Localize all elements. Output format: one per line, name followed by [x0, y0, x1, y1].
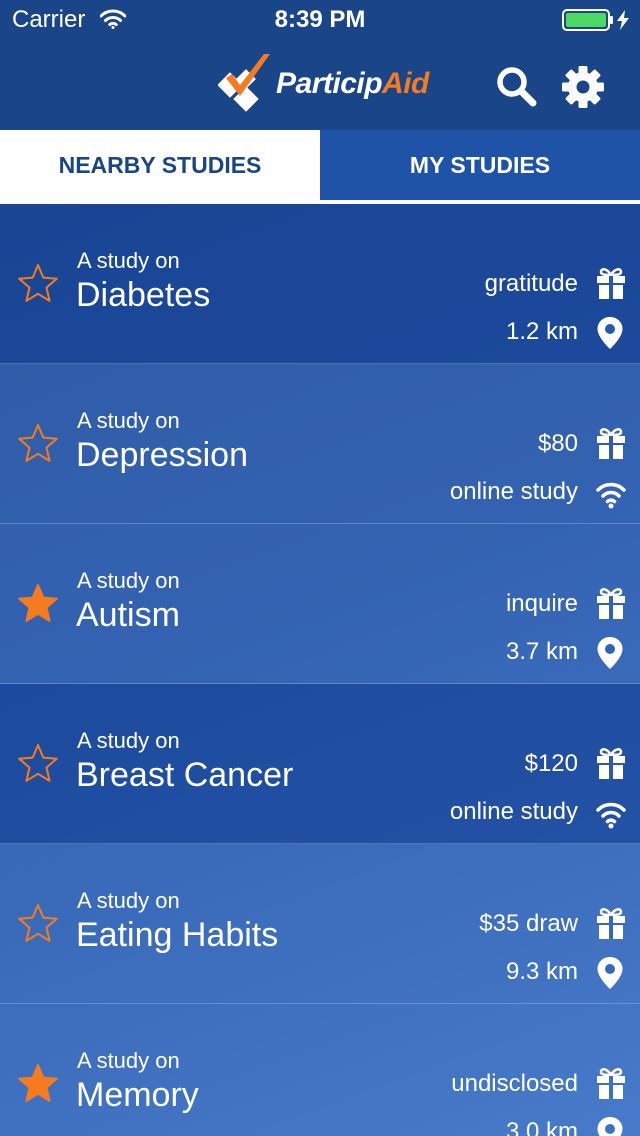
study-location: online study — [449, 478, 578, 505]
favorite-star-button[interactable] — [16, 1062, 60, 1106]
study-title: Depression — [76, 436, 248, 474]
gift-icon — [596, 906, 626, 944]
study-row[interactable]: A study on Eating Habits $35 draw 9.3 km — [0, 844, 640, 1004]
favorite-star-button[interactable] — [16, 582, 60, 626]
study-title: Memory — [76, 1076, 199, 1114]
star-filled-icon — [18, 584, 58, 622]
star-outline-icon — [18, 744, 58, 782]
wifi-icon — [596, 476, 626, 514]
charging-bolt-icon — [616, 10, 630, 35]
search-button[interactable] — [494, 64, 540, 110]
study-title: Eating Habits — [76, 916, 279, 954]
battery-icon — [562, 9, 614, 36]
study-title: Breast Cancer — [76, 756, 294, 794]
gift-icon — [596, 426, 626, 464]
tab-bar: NEARBY STUDIES MY STUDIES — [0, 130, 640, 204]
status-time: 8:39 PM — [274, 6, 366, 33]
gear-icon — [562, 66, 604, 108]
status-bar: Carrier 8:39 PM — [0, 0, 640, 40]
study-prefix: A study on — [77, 1048, 180, 1073]
favorite-star-button[interactable] — [16, 742, 60, 786]
study-title: Diabetes — [76, 276, 211, 314]
participaid-logo: ParticipAid — [217, 52, 429, 116]
study-location: 9.3 km — [505, 958, 578, 985]
study-prefix: A study on — [77, 568, 180, 593]
study-location: 3.0 km — [505, 1118, 578, 1136]
study-row[interactable]: A study on Memory undisclosed 3.0 km — [0, 1004, 640, 1136]
study-prefix: A study on — [77, 888, 180, 913]
star-outline-icon — [18, 424, 58, 462]
map-pin-icon — [596, 316, 624, 354]
map-pin-icon — [596, 636, 624, 674]
study-compensation: $80 — [537, 430, 578, 457]
study-compensation: inquire — [505, 590, 578, 617]
map-pin-icon — [596, 1116, 624, 1136]
study-location: online study — [449, 798, 578, 825]
star-outline-icon — [18, 904, 58, 942]
star-filled-icon — [18, 1064, 58, 1102]
tab-nearby-studies[interactable]: NEARBY STUDIES — [0, 130, 320, 200]
gift-icon — [596, 586, 626, 624]
study-location: 1.2 km — [505, 318, 578, 345]
study-compensation: gratitude — [484, 270, 578, 297]
study-compensation: undisclosed — [451, 1070, 578, 1097]
gift-icon — [596, 746, 626, 784]
app-header: ParticipAid — [0, 40, 640, 130]
map-pin-icon — [596, 956, 624, 994]
study-prefix: A study on — [77, 408, 180, 433]
favorite-star-button[interactable] — [16, 262, 60, 306]
gift-icon — [596, 266, 626, 304]
favorite-star-button[interactable] — [16, 422, 60, 466]
study-row[interactable]: A study on Depression $80 online study — [0, 364, 640, 524]
study-compensation: $35 draw — [479, 910, 578, 937]
study-list[interactable]: A study on Diabetes gratitude 1.2 km A s… — [0, 204, 640, 1136]
study-row[interactable]: A study on Breast Cancer $120 online stu… — [0, 684, 640, 844]
logo-text-aid: Aid — [382, 67, 429, 100]
tab-my-studies[interactable]: MY STUDIES — [320, 130, 640, 200]
logo-text-particip: Particip — [276, 67, 383, 100]
study-row[interactable]: A study on Autism inquire 3.7 km — [0, 524, 640, 684]
logo-checkmark-icon — [217, 52, 278, 120]
search-icon — [497, 67, 537, 107]
study-location: 3.7 km — [505, 638, 578, 665]
settings-button[interactable] — [560, 64, 606, 110]
study-title: Autism — [76, 596, 180, 634]
study-row[interactable]: A study on Diabetes gratitude 1.2 km — [0, 204, 640, 364]
study-prefix: A study on — [77, 248, 180, 273]
wifi-icon — [596, 796, 626, 834]
favorite-star-button[interactable] — [16, 902, 60, 946]
star-outline-icon — [18, 264, 58, 302]
logo-text: ParticipAid — [276, 67, 429, 101]
gift-icon — [596, 1066, 626, 1104]
study-prefix: A study on — [77, 728, 180, 753]
study-compensation: $120 — [524, 750, 578, 777]
